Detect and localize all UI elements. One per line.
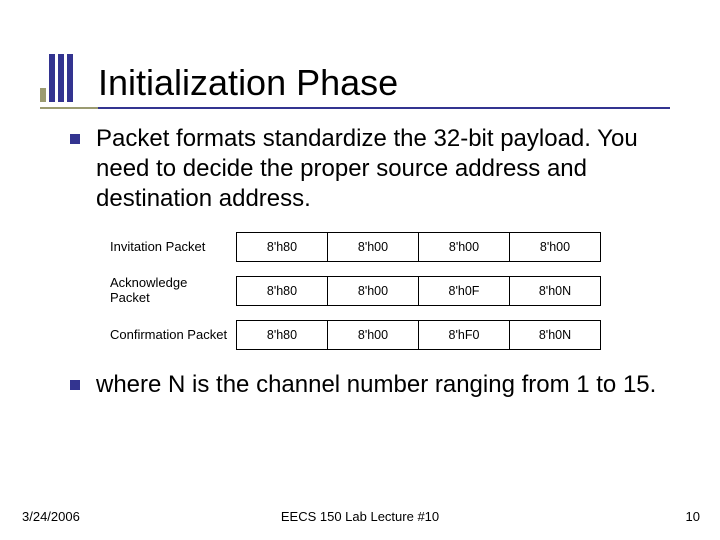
square-bullet-icon [70, 134, 80, 144]
table-cell: 8'hF0 [418, 320, 510, 350]
table-cell: 8'h00 [327, 320, 419, 350]
row-label: Invitation Packet [110, 240, 236, 255]
footer-center: EECS 150 Lab Lecture #10 [0, 509, 720, 524]
bullet-text: where N is the channel number ranging fr… [96, 370, 656, 400]
table-cell: 8'h0N [509, 276, 601, 306]
table-cell: 8'h0N [509, 320, 601, 350]
table-row: Confirmation Packet 8'h80 8'h00 8'hF0 8'… [110, 320, 670, 350]
table-cell: 8'h00 [327, 276, 419, 306]
slide: Initialization Phase Packet formats stan… [0, 0, 720, 540]
slide-body: Packet formats standardize the 32-bit pa… [70, 124, 670, 410]
packet-table: Invitation Packet 8'h80 8'h00 8'h00 8'h0… [110, 232, 670, 350]
row-cells: 8'h80 8'h00 8'h00 8'h00 [236, 232, 601, 262]
table-row: Invitation Packet 8'h80 8'h00 8'h00 8'h0… [110, 232, 670, 262]
bullet-text: Packet formats standardize the 32-bit pa… [96, 124, 670, 214]
table-cell: 8'h80 [236, 276, 328, 306]
table-cell: 8'h00 [509, 232, 601, 262]
title-area: Initialization Phase [40, 54, 398, 102]
table-cell: 8'h80 [236, 232, 328, 262]
title-underline [98, 107, 670, 109]
row-cells: 8'h80 8'h00 8'hF0 8'h0N [236, 320, 601, 350]
title-decoration-icon [40, 54, 76, 102]
row-label: Acknowledge Packet [110, 276, 236, 306]
table-cell: 8'h00 [418, 232, 510, 262]
table-row: Acknowledge Packet 8'h80 8'h00 8'h0F 8'h… [110, 276, 670, 306]
bullet-item: Packet formats standardize the 32-bit pa… [70, 124, 670, 214]
footer-page-number: 10 [686, 509, 700, 524]
table-cell: 8'h80 [236, 320, 328, 350]
row-label: Confirmation Packet [110, 328, 236, 343]
bullet-item: where N is the channel number ranging fr… [70, 370, 670, 400]
table-cell: 8'h00 [327, 232, 419, 262]
row-cells: 8'h80 8'h00 8'h0F 8'h0N [236, 276, 601, 306]
slide-title: Initialization Phase [98, 64, 398, 102]
square-bullet-icon [70, 380, 80, 390]
table-cell: 8'h0F [418, 276, 510, 306]
